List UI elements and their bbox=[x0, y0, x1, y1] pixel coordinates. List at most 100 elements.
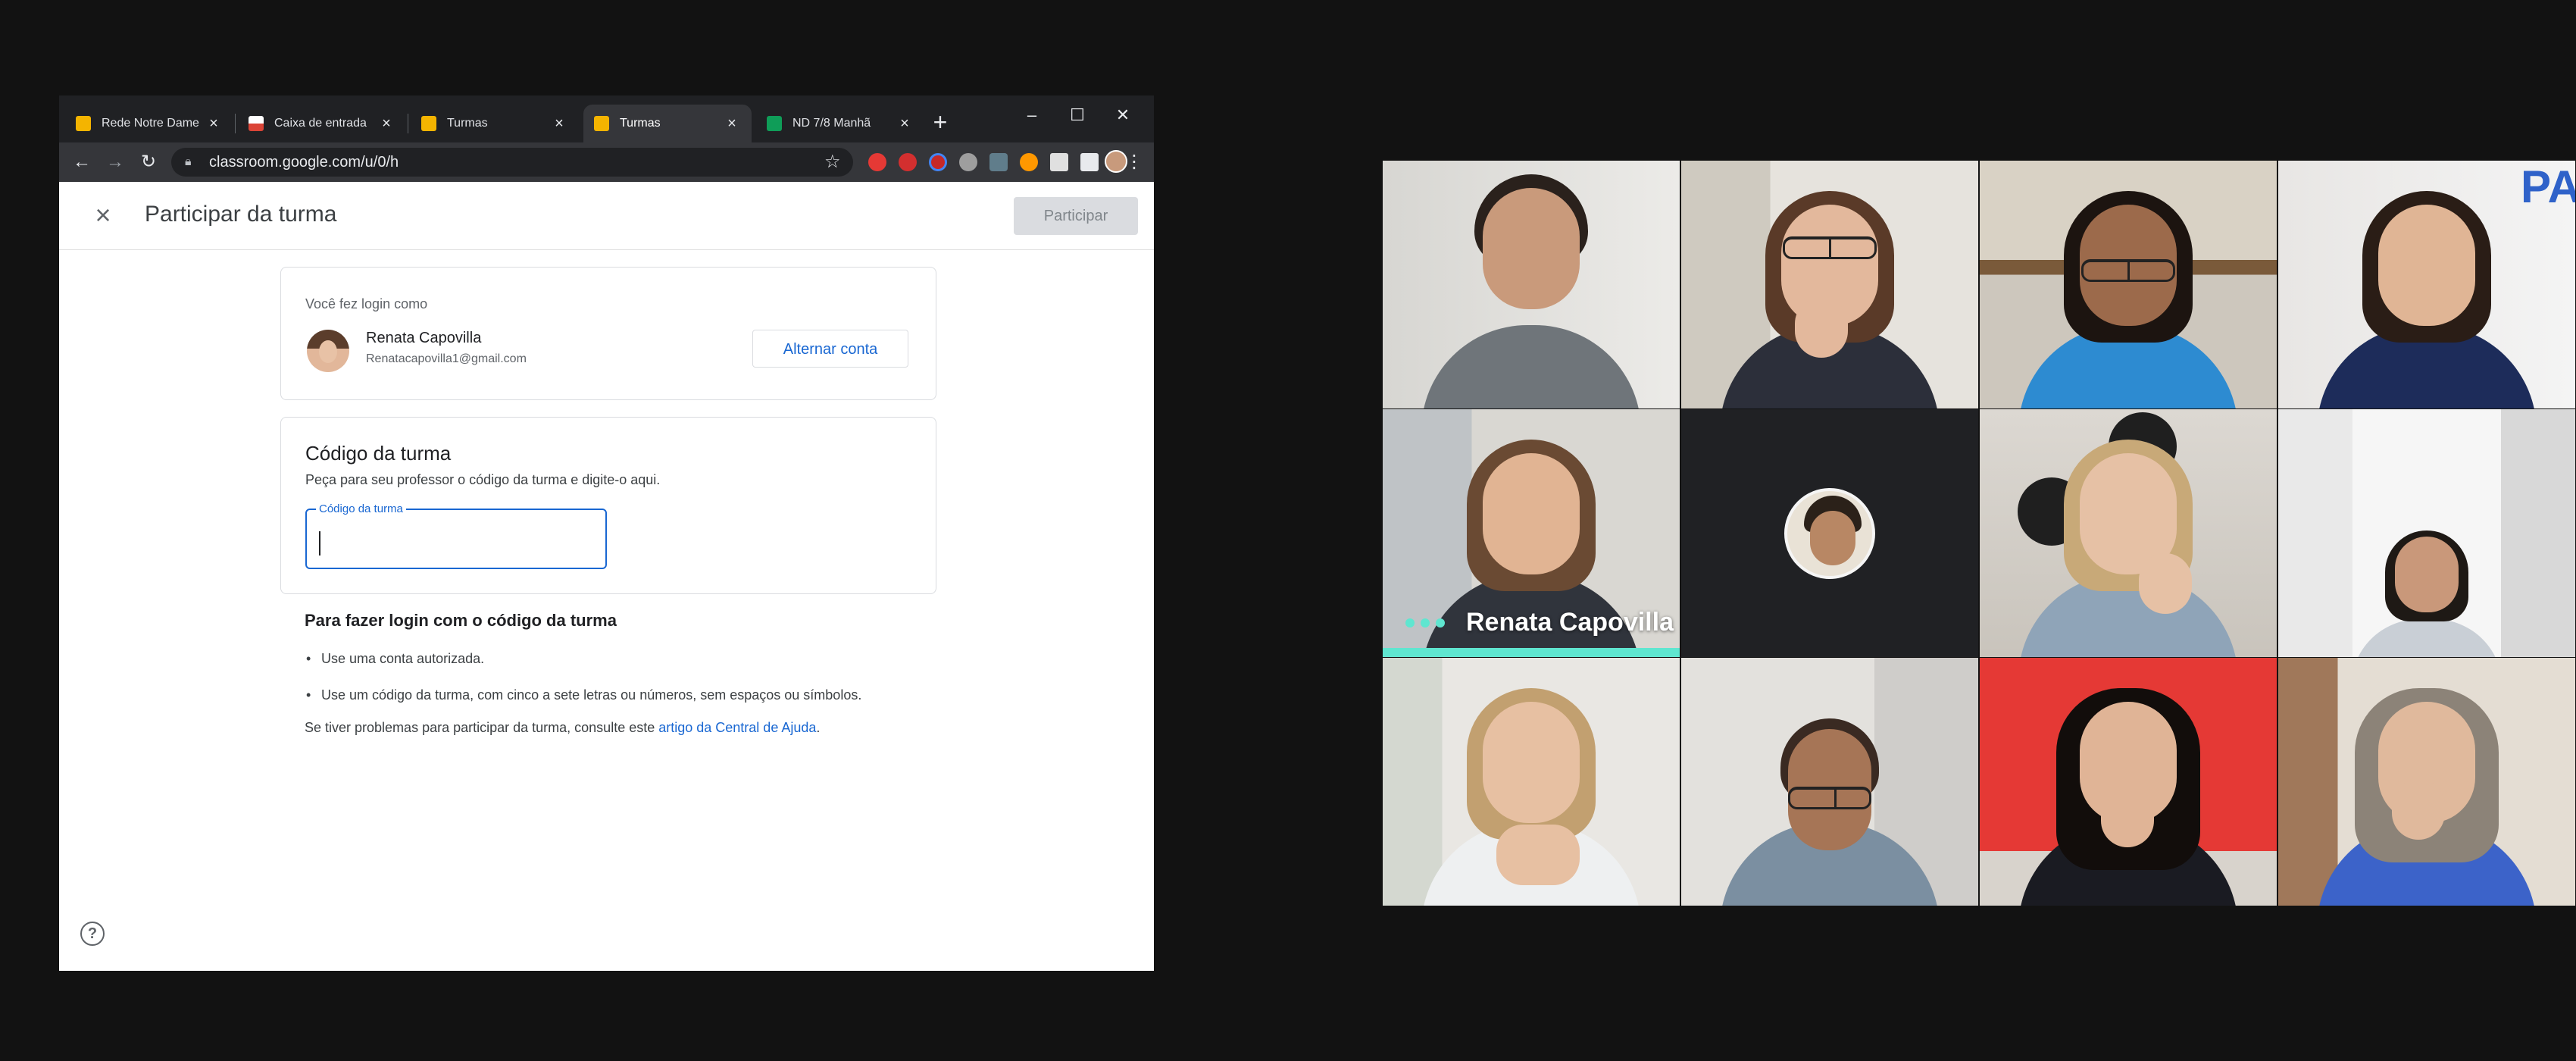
video-tile[interactable] bbox=[1681, 658, 1978, 906]
back-arrow-icon[interactable]: ← bbox=[68, 149, 95, 176]
avatar bbox=[1784, 488, 1875, 579]
tab-turmas-active[interactable]: Turmas × bbox=[583, 105, 752, 142]
help-section: Para fazer login com o código da turma U… bbox=[305, 611, 941, 736]
participant-face bbox=[2395, 537, 2459, 612]
classroom-favicon-icon bbox=[76, 116, 91, 131]
video-tile[interactable] bbox=[2278, 658, 2575, 906]
address-bar[interactable]: 🔒︎ classroom.google.com/u/0/h bbox=[171, 148, 853, 177]
video-tile[interactable] bbox=[1980, 658, 2277, 906]
class-code-field-label: Código da turma bbox=[316, 502, 406, 515]
help-icon[interactable]: ? bbox=[80, 922, 105, 946]
participant-face bbox=[1483, 702, 1580, 823]
account-card: Você fez login como Renata Capovilla Ren… bbox=[280, 267, 936, 400]
help-footer: Se tiver problemas para participar da tu… bbox=[305, 720, 941, 736]
switch-account-button[interactable]: Alternar conta bbox=[752, 330, 908, 368]
speaking-indicator-icon bbox=[1405, 618, 1454, 628]
tab-strip: Rede Notre Dame × Caixa de entrada × Tur… bbox=[59, 95, 1154, 142]
help-footer-text: Se tiver problemas para participar da tu… bbox=[305, 720, 659, 735]
participant-hand bbox=[2101, 787, 2154, 847]
glasses-icon bbox=[2081, 259, 2175, 282]
tab-label: Rede Notre Dame bbox=[102, 117, 199, 130]
help-list-item: Use um código da turma, com cinco a sete… bbox=[305, 684, 880, 706]
tab-caixa-de-entrada[interactable]: Caixa de entrada × bbox=[238, 105, 406, 142]
classroom-favicon-icon bbox=[594, 116, 609, 131]
join-button[interactable]: Participar bbox=[1014, 197, 1138, 235]
video-tile[interactable] bbox=[2278, 409, 2575, 657]
participant-face bbox=[1483, 453, 1580, 574]
participant-hand bbox=[2392, 779, 2445, 840]
extension-icon[interactable] bbox=[1050, 153, 1068, 171]
wall-banner-text: PA bbox=[2521, 161, 2575, 212]
close-tab-icon[interactable]: × bbox=[205, 115, 223, 133]
class-code-description: Peça para seu professor o código da turm… bbox=[305, 472, 661, 487]
browser-window: Rede Notre Dame × Caixa de entrada × Tur… bbox=[59, 95, 1154, 971]
help-list-item: Use uma conta autorizada. bbox=[305, 647, 941, 670]
new-tab-button[interactable]: + bbox=[923, 105, 958, 139]
class-code-card: Código da turma Peça para seu professor … bbox=[280, 417, 936, 594]
tab-label: ND 7/8 Manhã bbox=[792, 117, 871, 130]
tab-nd-78-manha[interactable]: ND 7/8 Manhã × bbox=[756, 105, 924, 142]
video-tile[interactable] bbox=[1980, 161, 2277, 408]
tab-label: Caixa de entrada bbox=[274, 117, 367, 130]
class-code-input[interactable] bbox=[319, 531, 592, 556]
extension-icon[interactable] bbox=[929, 153, 947, 171]
participant-hand bbox=[1496, 825, 1580, 885]
close-tab-icon[interactable]: × bbox=[896, 115, 914, 133]
address-bar-url: classroom.google.com/u/0/h bbox=[209, 154, 399, 171]
extension-icon[interactable] bbox=[959, 153, 977, 171]
reload-icon[interactable]: ↻ bbox=[135, 149, 162, 176]
extensions-puzzle-icon[interactable] bbox=[1080, 153, 1099, 171]
gmail-favicon-icon bbox=[249, 116, 264, 131]
participant-hand bbox=[1795, 297, 1848, 358]
tab-turmas[interactable]: Turmas × bbox=[411, 105, 579, 142]
video-tile[interactable] bbox=[1681, 409, 1978, 657]
video-tile[interactable] bbox=[1383, 161, 1680, 408]
forward-arrow-icon[interactable]: → bbox=[102, 149, 129, 176]
page-title: Participar da turma bbox=[145, 202, 337, 227]
minimize-button[interactable]: – bbox=[1009, 100, 1055, 130]
tab-divider bbox=[235, 114, 236, 133]
participant-face bbox=[1483, 188, 1580, 309]
participant-name: Renata Capovilla bbox=[1466, 608, 1674, 637]
close-tab-icon[interactable]: × bbox=[723, 115, 741, 133]
tab-label: Turmas bbox=[447, 117, 488, 130]
video-tile[interactable] bbox=[1383, 658, 1680, 906]
avatar bbox=[307, 330, 349, 372]
logged-in-as-label: Você fez login como bbox=[305, 296, 428, 311]
glasses-icon bbox=[1788, 787, 1871, 809]
class-code-field[interactable]: Código da turma bbox=[305, 502, 607, 569]
video-tile[interactable] bbox=[1980, 409, 2277, 657]
extension-icon[interactable] bbox=[1020, 153, 1038, 171]
help-footer-suffix: . bbox=[816, 720, 821, 735]
class-code-heading: Código da turma bbox=[305, 442, 452, 465]
browser-toolbar: ← → ↻ 🔒︎ classroom.google.com/u/0/h ☆ ⋮ bbox=[59, 142, 1154, 182]
participant-face bbox=[2378, 205, 2475, 326]
help-heading: Para fazer login com o código da turma bbox=[305, 611, 617, 630]
browser-menu-icon[interactable]: ⋮ bbox=[1123, 149, 1146, 176]
user-name: Renata Capovilla bbox=[366, 330, 482, 346]
close-window-button[interactable]: ✕ bbox=[1100, 100, 1146, 130]
video-tile[interactable] bbox=[1681, 161, 1978, 408]
tab-label: Turmas bbox=[620, 117, 661, 130]
classroom-join-page: × Participar da turma Participar Você fe… bbox=[59, 182, 1154, 971]
close-icon[interactable]: × bbox=[88, 200, 118, 230]
extension-icon[interactable] bbox=[899, 153, 917, 171]
bookmark-star-icon[interactable]: ☆ bbox=[824, 148, 841, 177]
meet-video-grid: PA Renata Capovilla bbox=[1383, 161, 2576, 906]
close-tab-icon[interactable]: × bbox=[550, 115, 568, 133]
classroom-favicon-icon bbox=[421, 116, 436, 131]
close-tab-icon[interactable]: × bbox=[377, 115, 395, 133]
glasses-icon bbox=[1783, 236, 1877, 259]
video-tile[interactable]: PA bbox=[2278, 161, 2575, 408]
participant-hand bbox=[2139, 553, 2192, 614]
meet-favicon-icon bbox=[767, 116, 782, 131]
tab-rede-notre-dame[interactable]: Rede Notre Dame × bbox=[65, 105, 233, 142]
active-speaker-bar bbox=[1383, 648, 1680, 657]
extension-icon[interactable] bbox=[868, 153, 886, 171]
extension-icon[interactable] bbox=[989, 153, 1008, 171]
video-tile-active-speaker[interactable]: Renata Capovilla bbox=[1383, 409, 1680, 657]
lock-icon: 🔒︎ bbox=[185, 155, 192, 168]
user-email: Renatacapovilla1@gmail.com bbox=[366, 352, 527, 365]
maximize-button[interactable]: ☐ bbox=[1055, 100, 1100, 130]
help-center-link[interactable]: artigo da Central de Ajuda bbox=[658, 720, 816, 735]
